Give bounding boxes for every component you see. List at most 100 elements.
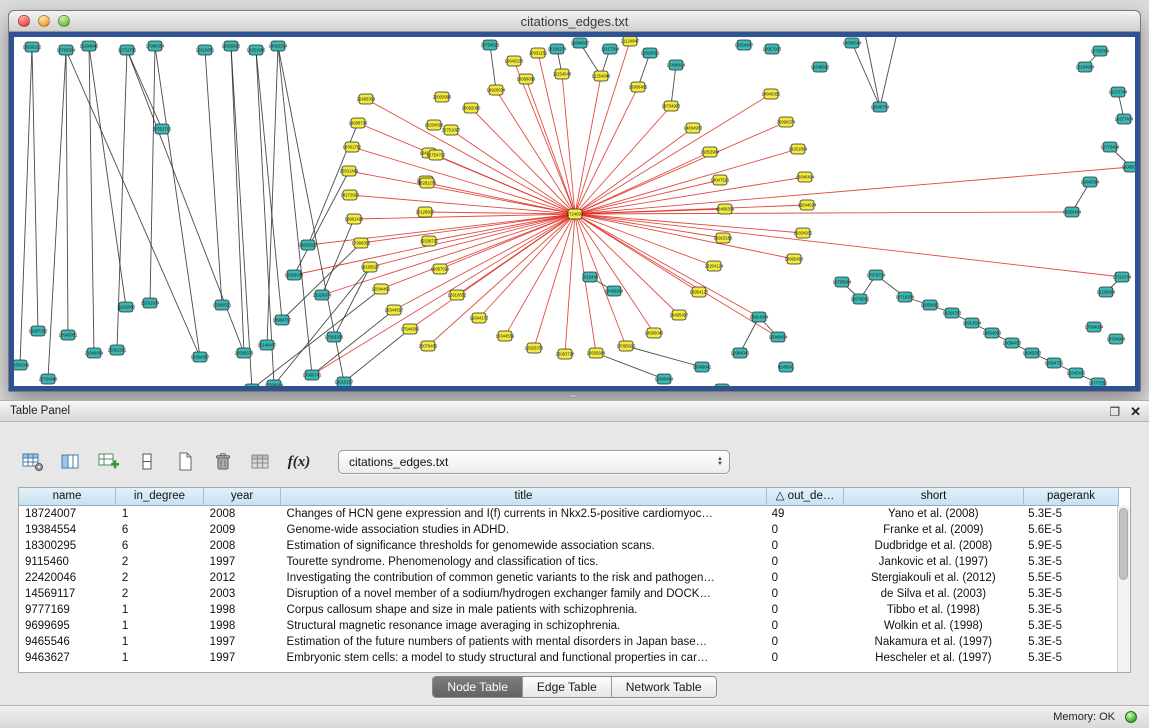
graph-node[interactable]: 16344559 [496,331,515,341]
graph-node[interactable]: 19565684 [587,348,606,358]
graph-node[interactable]: 11731795 [118,45,137,55]
graph-node[interactable]: 20663923 [299,240,318,250]
graph-node[interactable]: 12610652 [448,290,467,300]
graph-edge[interactable] [575,167,1131,214]
graph-node[interactable]: 12100494 [1097,287,1116,297]
graph-node[interactable]: 11282990 [117,302,136,312]
graph-node[interactable]: 22495309 [357,94,376,104]
graph-edge[interactable] [32,47,38,331]
graph-node[interactable]: 16840394 [1081,177,1100,187]
graph-node[interactable]: 12754702 [427,150,446,160]
close-window-button[interactable] [18,15,30,27]
graph-edge[interactable] [575,205,807,214]
graph-node[interactable]: 15654952 [921,300,940,310]
graph-edge[interactable] [565,214,575,354]
graph-node[interactable]: 16648704 [871,102,890,112]
graph-node[interactable]: 23325241 [243,384,262,386]
column-header-title[interactable]: title [281,488,767,506]
graph-node[interactable]: 12506914 [265,380,284,386]
graph-node[interactable]: 15854932 [794,228,813,238]
graph-node[interactable]: 16796984 [833,277,852,287]
graph-edge[interactable] [344,329,410,382]
graph-node[interactable]: 19088739 [349,118,368,128]
graph-node[interactable]: 15958484 [1063,207,1082,217]
graph-node[interactable]: 12254846 [592,71,611,81]
graph-node[interactable]: 18364387 [191,352,210,362]
graph-edge[interactable] [575,41,630,214]
graph-node[interactable]: 19272744 [1109,87,1128,97]
graph-node[interactable]: 19734903 [662,101,681,111]
table-row[interactable]: 977716911998Corpus callosum shape and si… [19,602,1117,618]
graph-node[interactable]: 19604093 [983,328,1002,338]
graph-node[interactable]: 19248602 [811,62,830,72]
graph-node[interactable]: 18995493 [785,254,804,264]
graph-node[interactable]: 16094453 [1003,338,1022,348]
graph-edge[interactable] [127,50,162,129]
graph-node[interactable]: 19679912 [851,294,870,304]
graph-node[interactable]: 19926034 [487,85,506,95]
graph-edge[interactable] [358,123,575,214]
graph-node[interactable]: 12544402 [372,284,391,294]
graph-node[interactable]: 25261934 [141,298,160,308]
create-column-icon[interactable] [96,449,122,475]
vertical-scrollbar[interactable] [1117,506,1130,672]
table-row[interactable]: 969969511998Structural magnetic resonanc… [19,618,1117,634]
graph-edge[interactable] [205,50,222,305]
graph-node[interactable]: 19565683 [222,41,241,51]
delete-trash-icon[interactable] [210,449,236,475]
graph-node[interactable]: 11544024 [798,200,817,210]
graph-node[interactable]: 19261804 [789,144,808,154]
graph-node[interactable]: 1918445 [582,272,599,282]
splitter-grip-icon[interactable] [569,394,578,398]
graph-node[interactable]: 21124947 [621,37,640,46]
graph-node[interactable]: 18264793 [943,308,962,318]
graph-node[interactable]: 16092090 [462,103,481,113]
graph-edge[interactable] [575,214,803,233]
graph-node[interactable]: 16954127 [690,287,709,297]
graph-node[interactable]: 1724092 [567,209,584,219]
graph-node[interactable]: 17095603 [617,341,636,351]
float-panel-icon[interactable]: ❐ [1109,406,1120,418]
table-row[interactable]: 1872400712008Changes of HCN gene express… [19,506,1117,522]
graph-node[interactable]: 20099374 [777,117,796,127]
table-row[interactable]: 1830029562008Estimation of significance … [19,538,1117,554]
graph-node[interactable]: 9245041 [778,362,795,372]
show-columns-icon[interactable] [58,449,84,475]
graph-node[interactable]: 20531469 [340,166,359,176]
network-canvas[interactable]: 1853021210790304152849451173179517999354… [14,37,1135,386]
graph-node[interactable]: 16049404 [769,332,788,342]
graph-node[interactable]: 11254543 [553,69,572,79]
graph-node[interactable]: 17080741 [303,370,322,380]
graph-edge[interactable] [490,45,496,90]
graph-edge[interactable] [575,106,671,214]
graph-node[interactable]: 17488414 [667,60,686,70]
graph-node[interactable]: 18984707 [273,315,292,325]
graph-edge[interactable] [880,37,898,107]
memory-indicator-icon[interactable] [1125,711,1137,723]
graph-edge[interactable] [231,46,244,353]
graph-edge[interactable] [534,214,575,348]
graph-node[interactable]: 15284945 [80,41,99,51]
graph-node[interactable]: 20595679 [235,348,254,358]
close-panel-icon[interactable]: ✕ [1130,405,1141,418]
graph-node[interactable]: 10854721 [1045,358,1064,368]
graph-edge[interactable] [370,214,575,267]
graph-node[interactable]: 14716304 [896,292,915,302]
column-header-out_de[interactable]: △ out_de… [767,488,844,506]
graph-edge[interactable] [852,43,880,107]
graph-node[interactable]: 19165527 [361,262,380,272]
graph-edge[interactable] [89,46,126,307]
graph-node[interactable]: 19884607 [571,38,590,48]
graph-node[interactable]: 12920091 [641,48,660,58]
graph-node[interactable]: 16906405 [629,82,648,92]
zoom-window-button[interactable] [58,15,70,27]
graph-node[interactable]: 18301752 [343,142,362,152]
graph-node[interactable]: 20351715 [153,124,172,134]
table-row[interactable]: 946554611997Estimation of the future num… [19,634,1117,650]
graph-edge[interactable] [366,99,575,214]
scrollbar-thumb[interactable] [1119,508,1128,580]
table-row[interactable]: 1938455462009Genome-wide association stu… [19,522,1117,538]
graph-node[interactable]: 22083728 [556,349,575,359]
panel-splitter[interactable] [0,392,1149,400]
graph-edge[interactable] [575,214,596,353]
